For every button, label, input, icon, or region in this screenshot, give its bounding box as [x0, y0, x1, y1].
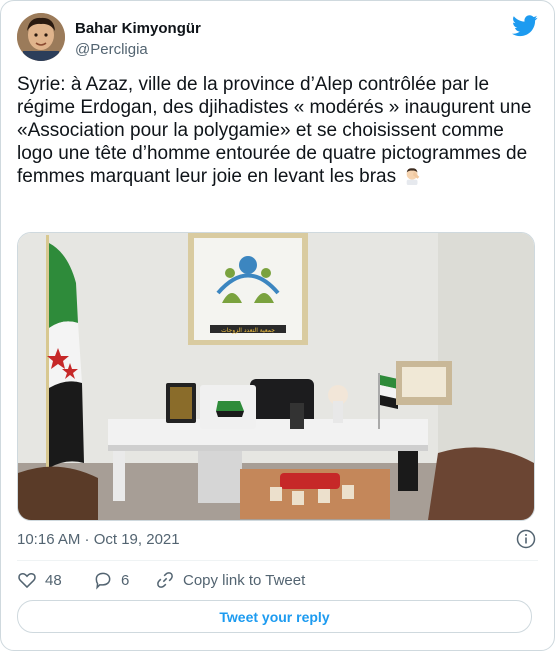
tweet-card: Bahar Kimyongür @Percligia Syrie: à Azaz…	[0, 0, 555, 651]
divider	[17, 560, 538, 561]
reply-button[interactable]: 6	[93, 569, 129, 591]
user-handle[interactable]: @Percligia	[75, 40, 201, 59]
copy-link-label: Copy link to Tweet	[183, 571, 306, 589]
reply-count: 6	[121, 571, 130, 589]
link-icon	[157, 572, 173, 588]
face-palm-emoji-icon	[407, 168, 420, 185]
comment-icon	[95, 572, 111, 590]
tweet-your-reply-button[interactable]: Tweet your reply	[17, 600, 532, 633]
info-icon[interactable]	[516, 529, 536, 549]
tweet-timestamp[interactable]: 10:16 AM · Oct 19, 2021	[17, 531, 180, 548]
tweet-actions: 48 6 Copy link to Tweet	[17, 569, 538, 593]
tweet-text: Syrie: à Azaz, ville de la province d’Al…	[17, 73, 537, 188]
heart-icon	[18, 573, 36, 589]
avatar[interactable]	[17, 13, 65, 61]
like-count: 48	[45, 571, 62, 589]
twitter-bird-icon[interactable]	[512, 15, 538, 37]
copy-link-button[interactable]: Copy link to Tweet	[155, 569, 305, 591]
display-name[interactable]: Bahar Kimyongür	[75, 19, 201, 38]
tweet-header: Bahar Kimyongür @Percligia	[17, 13, 538, 65]
sign-text: جمعية التعدد الزوجات	[221, 327, 275, 334]
tweet-photo[interactable]: جمعية التعدد الزوجات	[17, 232, 535, 521]
like-button[interactable]: 48	[17, 569, 62, 591]
tweet-body: Syrie: à Azaz, ville de la province d’Al…	[17, 74, 532, 187]
author-names: Bahar Kimyongür @Percligia	[75, 19, 201, 59]
